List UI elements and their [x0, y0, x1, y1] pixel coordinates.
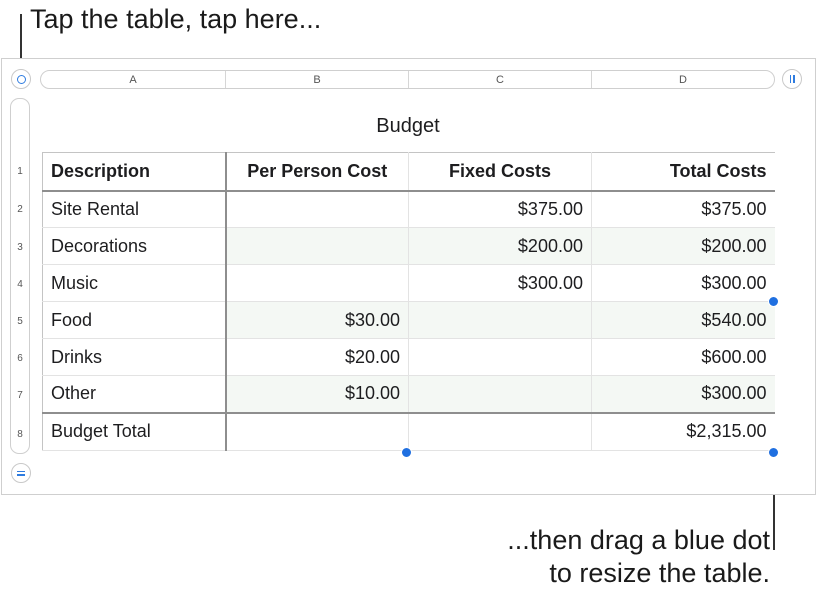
resize-dot-right[interactable]	[768, 296, 779, 307]
column-label-d[interactable]: D	[592, 71, 774, 88]
table-cell[interactable]	[225, 190, 409, 228]
row-label-7[interactable]: 7	[11, 390, 29, 401]
callout-bottom: ...then drag a blue dot to resize the ta…	[507, 524, 770, 590]
row-label-3[interactable]: 3	[11, 242, 29, 253]
row-label-6[interactable]: 6	[11, 353, 29, 364]
budget-table[interactable]: Description Per Person Cost Fixed Costs …	[42, 152, 775, 451]
footer-row: Budget Total $2,315.00	[42, 411, 775, 451]
table-cell[interactable]: $20.00	[225, 338, 409, 376]
table-cell[interactable]: $600.00	[591, 338, 775, 376]
table-select-handle[interactable]	[11, 69, 31, 89]
table-cell[interactable]: Other	[42, 375, 227, 413]
table-cell[interactable]: $375.00	[408, 190, 592, 228]
footer-cell[interactable]: Budget Total	[42, 411, 227, 451]
header-row: Description Per Person Cost Fixed Costs …	[42, 152, 775, 192]
row-label-5[interactable]: 5	[11, 316, 29, 327]
callout-bottom-line2: to resize the table.	[549, 558, 770, 588]
rows-handle[interactable]	[11, 463, 31, 483]
table-cell[interactable]: Food	[42, 301, 227, 339]
header-cell-fixed-costs[interactable]: Fixed Costs	[408, 152, 592, 192]
table-cell[interactable]: Site Rental	[42, 190, 227, 228]
columns-handle[interactable]	[782, 69, 802, 89]
footer-cell[interactable]	[225, 411, 409, 451]
table-cell[interactable]	[225, 264, 409, 302]
table-cell[interactable]: $30.00	[225, 301, 409, 339]
row-label-8[interactable]: 8	[11, 429, 29, 440]
table-cell[interactable]: Music	[42, 264, 227, 302]
header-cell-per-person-cost[interactable]: Per Person Cost	[225, 152, 409, 192]
callout-top: Tap the table, tap here...	[30, 4, 322, 34]
header-cell-total-costs[interactable]: Total Costs	[591, 152, 775, 192]
row-label-4[interactable]: 4	[11, 279, 29, 290]
footer-cell[interactable]	[408, 411, 592, 451]
row-label-1[interactable]: 1	[11, 166, 29, 177]
table-row: Drinks $20.00 $600.00	[42, 338, 775, 376]
table-cell[interactable]: $200.00	[591, 227, 775, 265]
table-row: Decorations $200.00 $200.00	[42, 227, 775, 265]
footer-cell[interactable]: $2,315.00	[591, 411, 775, 451]
callout-bottom-line1: ...then drag a blue dot	[507, 525, 770, 555]
column-label-a[interactable]: A	[41, 71, 226, 88]
header-cell-description[interactable]: Description	[42, 152, 227, 192]
table-cell[interactable]	[408, 301, 592, 339]
table-row: Music $300.00 $300.00	[42, 264, 775, 302]
vertical-bars-icon	[789, 75, 795, 83]
row-header-bar[interactable]: 1 2 3 4 5 6 7 8	[10, 98, 30, 454]
table-row: Other $10.00 $300.00	[42, 375, 775, 413]
column-header-bar[interactable]: A B C D	[40, 70, 775, 89]
table-cell[interactable]: $200.00	[408, 227, 592, 265]
table-cell[interactable]: $540.00	[591, 301, 775, 339]
table-cell[interactable]	[225, 227, 409, 265]
table-cell[interactable]: $10.00	[225, 375, 409, 413]
table-cell[interactable]: $375.00	[591, 190, 775, 228]
resize-dot-bottom[interactable]	[401, 447, 412, 458]
table-row: Site Rental $375.00 $375.00	[42, 190, 775, 228]
table-cell[interactable]: $300.00	[591, 264, 775, 302]
table-title[interactable]: Budget	[42, 115, 774, 138]
resize-dot-corner[interactable]	[768, 447, 779, 458]
table-cell[interactable]	[408, 375, 592, 413]
row-label-2[interactable]: 2	[11, 204, 29, 215]
table-cell[interactable]	[408, 338, 592, 376]
column-label-c[interactable]: C	[409, 71, 592, 88]
table-row: Food $30.00 $540.00	[42, 301, 775, 339]
circle-icon	[16, 74, 26, 84]
table-cell[interactable]: Drinks	[42, 338, 227, 376]
table-cell[interactable]: $300.00	[408, 264, 592, 302]
column-label-b[interactable]: B	[226, 71, 409, 88]
table-cell[interactable]: Decorations	[42, 227, 227, 265]
equals-icon	[17, 470, 25, 476]
table-cell[interactable]: $300.00	[591, 375, 775, 413]
